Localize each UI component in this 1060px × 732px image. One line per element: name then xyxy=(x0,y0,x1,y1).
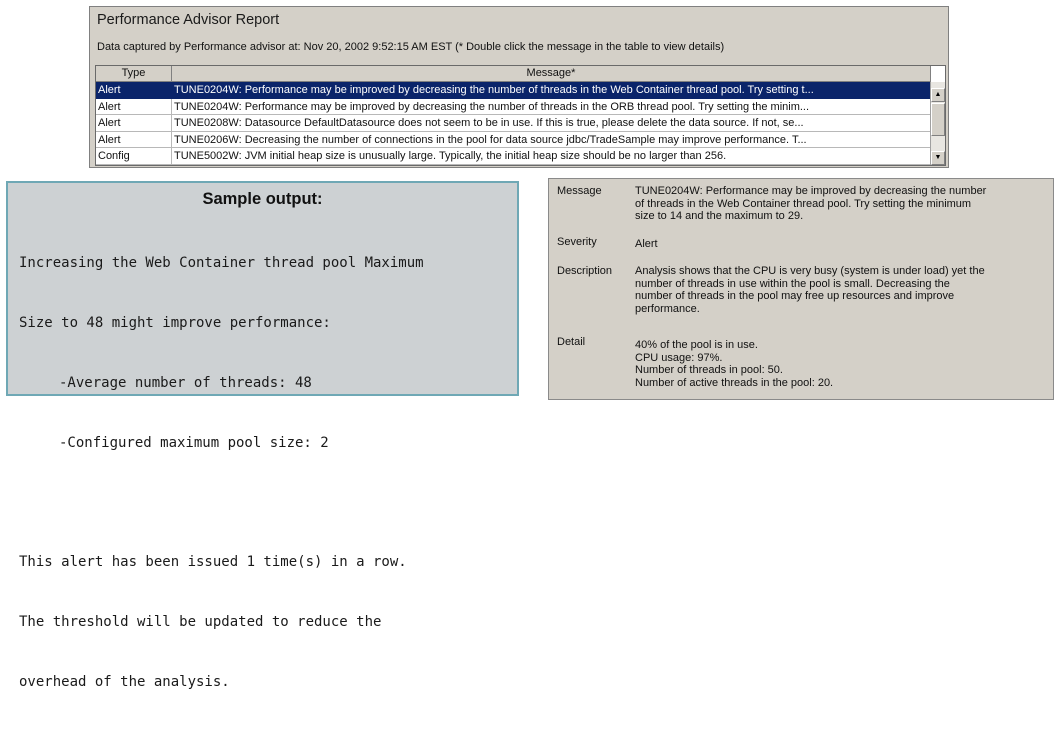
description-label: Description xyxy=(557,265,613,277)
sample-line: This alert has been issued 1 time(s) in … xyxy=(19,554,407,570)
report-title: Performance Advisor Report xyxy=(97,12,280,28)
table-row[interactable]: Alert TUNE0206W: Decreasing the number o… xyxy=(96,131,931,148)
description-line: number of threads in the pool may free u… xyxy=(635,290,955,302)
sample-output-heading: Sample output: xyxy=(202,190,323,208)
sample-line: Increasing the Web Container thread pool… xyxy=(19,255,424,271)
sample-line: -Configured maximum pool size: 2 xyxy=(59,435,329,451)
column-header-type[interactable]: Type xyxy=(96,66,172,82)
table-body: Alert TUNE0204W: Performance may be impr… xyxy=(96,82,931,165)
message-line: of threads in the Web Container thread p… xyxy=(635,197,972,210)
captured-info-text: Data captured by Performance advisor at:… xyxy=(97,41,725,53)
severity-label: Severity xyxy=(557,236,597,248)
detail-label: Detail xyxy=(557,336,586,348)
severity-value: Alert xyxy=(635,238,658,250)
detail-line: Number of active threads in the pool: 20… xyxy=(635,376,834,389)
row-message-cell: TUNE0204W: Performance may be improved b… xyxy=(172,82,931,99)
description-line: Analysis shows that the CPU is very busy… xyxy=(635,265,985,277)
table-row[interactable]: Alert TUNE0204W: Performance may be impr… xyxy=(96,82,931,99)
column-header-message[interactable]: Message* xyxy=(172,66,931,82)
alert-detail-panel: Message TUNE0204W: Performance may be im… xyxy=(548,178,1054,400)
detail-line: CPU usage: 97%. xyxy=(635,351,723,364)
message-value: TUNE0204W: Performance may be improved b… xyxy=(635,185,1047,223)
alerts-table: Type Message* Alert TUNE0204W: Performan… xyxy=(95,65,946,166)
row-message-cell: TUNE0206W: Decreasing the number of conn… xyxy=(172,131,931,148)
table-header: Type Message* xyxy=(96,66,931,82)
row-message-cell: TUNE0204W: Performance may be improved b… xyxy=(172,98,931,115)
table-vertical-scrollbar[interactable]: ▲ ▼ xyxy=(930,82,945,165)
sample-line: Size to 48 might improve performance: xyxy=(19,315,331,331)
message-label: Message xyxy=(557,185,602,197)
row-type-cell: Alert xyxy=(96,82,172,99)
message-line: size to 14 and the maximum to 29. xyxy=(635,210,804,222)
sample-output-box: Sample output: Increasing the Web Contai… xyxy=(6,181,519,690)
row-type-cell: Alert xyxy=(96,131,172,148)
scroll-down-arrow-icon[interactable]: ▼ xyxy=(931,151,945,165)
table-row[interactable]: Alert TUNE0204W: Performance may be impr… xyxy=(96,98,931,115)
sample-line: overhead of the analysis. xyxy=(19,674,230,690)
sample-line: The threshold will be updated to reduce … xyxy=(19,614,382,630)
detail-line: Number of threads in pool: 50. xyxy=(635,364,783,376)
row-type-cell: Alert xyxy=(96,115,172,132)
description-line: number of threads in use within the pool… xyxy=(635,277,950,290)
table-row[interactable]: Alert TUNE0208W: Datasource DefaultDatas… xyxy=(96,115,931,132)
description-value: Analysis shows that the CPU is very busy… xyxy=(635,265,1047,315)
message-line: TUNE0204W: Performance may be improved b… xyxy=(635,185,987,197)
detail-line: 40% of the pool is in use. xyxy=(635,339,758,351)
scroll-up-arrow-icon[interactable]: ▲ xyxy=(931,88,945,102)
row-type-cell: Alert xyxy=(96,98,172,115)
table-row[interactable]: Config TUNE5002W: JVM initial heap size … xyxy=(96,148,931,165)
performance-advisor-report-window: Performance Advisor Report Data captured… xyxy=(89,6,949,168)
description-line: performance. xyxy=(635,302,700,315)
sample-output-text: Increasing the Web Container thread pool… xyxy=(19,213,517,732)
detail-value: 40% of the pool is in use. CPU usage: 97… xyxy=(635,339,1047,389)
row-message-cell: TUNE5002W: JVM initial heap size is unus… xyxy=(172,148,931,165)
row-type-cell: Config xyxy=(96,148,172,165)
scrollbar-thumb[interactable] xyxy=(931,103,945,136)
row-message-cell: TUNE0208W: Datasource DefaultDatasource … xyxy=(172,115,931,132)
sample-line: -Average number of threads: 48 xyxy=(59,375,312,391)
